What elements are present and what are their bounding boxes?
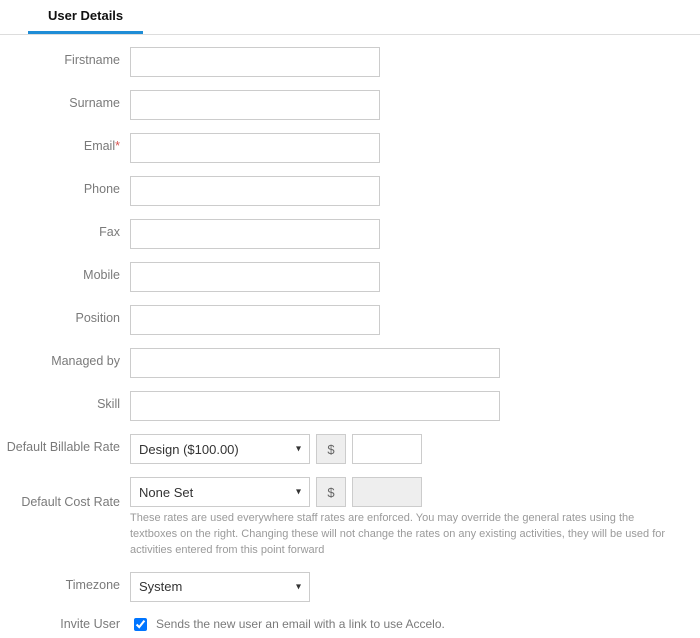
billable-rate-select[interactable]: Design ($100.00) ▾	[130, 434, 310, 464]
label-firstname: Firstname	[0, 47, 130, 67]
label-invite-user: Invite User	[0, 615, 130, 631]
label-skill: Skill	[0, 391, 130, 411]
mobile-field[interactable]	[130, 262, 380, 292]
firstname-field[interactable]	[130, 47, 380, 77]
label-position: Position	[0, 305, 130, 325]
skill-field[interactable]	[130, 391, 500, 421]
position-field[interactable]	[130, 305, 380, 335]
cost-rate-select[interactable]: None Set ▾	[130, 477, 310, 507]
label-mobile: Mobile	[0, 262, 130, 282]
chevron-down-icon: ▾	[296, 444, 301, 455]
fax-field[interactable]	[130, 219, 380, 249]
chevron-down-icon: ▾	[296, 581, 301, 592]
rates-hint: These rates are used everywhere staff ra…	[130, 511, 675, 559]
label-managed-by: Managed by	[0, 348, 130, 368]
invite-user-checkbox[interactable]	[134, 618, 147, 631]
user-details-form: Firstname Surname Email* Phone Fax Mobil…	[0, 35, 700, 634]
label-timezone: Timezone	[0, 572, 130, 592]
label-phone: Phone	[0, 176, 130, 196]
email-field[interactable]	[130, 133, 380, 163]
cost-rate-amount	[352, 477, 422, 507]
label-surname: Surname	[0, 90, 130, 110]
timezone-select-value: System	[139, 579, 182, 594]
surname-field[interactable]	[130, 90, 380, 120]
tab-user-details[interactable]: User Details	[28, 0, 143, 34]
cost-rate-select-value: None Set	[139, 485, 193, 500]
phone-field[interactable]	[130, 176, 380, 206]
billable-rate-amount[interactable]	[352, 434, 422, 464]
required-asterisk: *	[115, 139, 120, 153]
timezone-select[interactable]: System ▾	[130, 572, 310, 602]
tab-bar: User Details	[0, 0, 700, 35]
label-fax: Fax	[0, 219, 130, 239]
label-email: Email*	[0, 133, 130, 153]
label-billable-rate: Default Billable Rate	[0, 434, 130, 454]
label-cost-rate: Default Cost Rate	[0, 477, 130, 509]
chevron-down-icon: ▾	[296, 487, 301, 498]
managed-by-field[interactable]	[130, 348, 500, 378]
billable-rate-select-value: Design ($100.00)	[139, 442, 239, 457]
label-email-text: Email	[84, 139, 115, 153]
currency-addon: $	[316, 434, 346, 464]
invite-user-hint: Sends the new user an email with a link …	[156, 617, 445, 631]
currency-addon: $	[316, 477, 346, 507]
